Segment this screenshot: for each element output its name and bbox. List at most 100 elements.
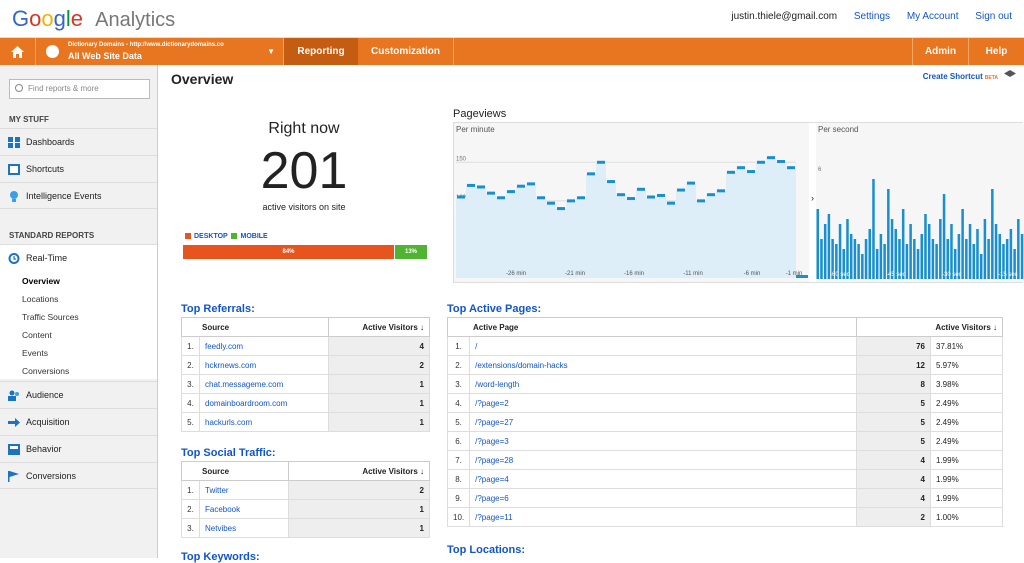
pageviews-minute-bar (717, 189, 725, 193)
source-link[interactable]: domainboardroom.com (198, 393, 330, 413)
source-link[interactable]: chat.messageme.com (198, 374, 330, 394)
device-legend: DESKTOP MOBILE (185, 233, 268, 240)
page-link[interactable]: /?page=2 (469, 393, 857, 413)
graduation-cap-icon[interactable] (1004, 70, 1016, 77)
tab-customization[interactable]: Customization (358, 38, 454, 65)
table-row: 3. chat.messageme.com 1 (181, 374, 430, 394)
active-visitors-value: 5 (855, 431, 932, 451)
pageviews-second-bar (827, 214, 831, 279)
desktop-share-bar: 84% (183, 245, 394, 259)
col-active-visitors[interactable]: Active Visitors ↓ (328, 317, 430, 337)
create-shortcut-button[interactable]: Create Shortcut BETA (923, 72, 998, 81)
table-row: 7./?page=28 4 1.99% (446, 450, 1003, 470)
sidebar-subitem-locations[interactable]: Locations (22, 294, 58, 304)
active-visitors-value: 1 (328, 393, 430, 413)
logo-letter: e (70, 6, 84, 31)
sidebar-subitem-traffic-sources[interactable]: Traffic Sources (22, 312, 79, 322)
page-link[interactable]: /?page=28 (469, 450, 857, 470)
my-account-link[interactable]: My Account (907, 11, 959, 22)
top-referrals-title: Top Referrals: (181, 303, 255, 315)
chevron-right-icon: › (811, 193, 814, 203)
page-link[interactable]: / (469, 336, 857, 356)
pageviews-minute-bar (547, 201, 555, 205)
pageviews-minute-bar (527, 182, 535, 186)
pageviews-minute-bar (777, 160, 785, 164)
table-row: 3./word-length 8 3.98% (446, 374, 1003, 394)
col-active-visitors-label: Active Visitors (362, 466, 418, 476)
sidebar: Find reports & more MY STUFF Dashboards … (0, 65, 158, 558)
pageviews-minute-bar (477, 185, 485, 189)
pageviews-minute-bar (677, 188, 685, 192)
tab-admin[interactable]: Admin (912, 38, 968, 65)
sidebar-subitem-content[interactable]: Content (22, 330, 52, 340)
page-link[interactable]: /?page=3 (469, 431, 857, 451)
sidebar-item-label: Shortcuts (26, 164, 65, 174)
sidebar-item-intelligence-events[interactable]: Intelligence Events (0, 182, 157, 209)
table-row: 9./?page=6 4 1.99% (446, 488, 1003, 508)
row-number: 2. (181, 499, 200, 519)
sidebar-item-audience[interactable]: Audience (0, 381, 157, 408)
source-link[interactable]: hackurls.com (198, 412, 330, 432)
mobile-legend-label: MOBILE (240, 233, 268, 240)
sidebar-item-real-time[interactable]: Real-Time (0, 244, 157, 271)
sign-out-link[interactable]: Sign out (975, 11, 1012, 22)
page-link[interactable]: /extensions/domain-hacks (469, 355, 857, 375)
y-tick-label: 6 (818, 167, 822, 173)
sidebar-item-acquisition[interactable]: Acquisition (0, 408, 157, 435)
pageviews-second-bar (868, 229, 872, 279)
tab-help[interactable]: Help (968, 38, 1024, 65)
sidebar-subitem-overview[interactable]: Overview (22, 276, 60, 286)
source-link[interactable]: hckrnews.com (198, 355, 330, 375)
tab-reporting[interactable]: Reporting (284, 38, 358, 65)
sidebar-item-behavior[interactable]: Behavior (0, 435, 157, 462)
page-link[interactable]: /?page=11 (469, 507, 857, 527)
main-nav: Dictionary Domains - http://www.dictiona… (0, 38, 1024, 65)
behavior-icon (8, 444, 20, 455)
active-visitors-label: active visitors on site (262, 202, 346, 212)
col-active-visitors[interactable]: Active Visitors ↓ (855, 317, 1004, 337)
pageviews-minute-bar (467, 183, 475, 187)
pageviews-second-bar (838, 224, 842, 279)
sidebar-item-conversions[interactable]: Conversions (0, 462, 157, 489)
sidebar-item-dashboards[interactable]: Dashboards (0, 128, 157, 155)
active-visitors-value: 1 (328, 374, 430, 394)
page-link[interactable]: /?page=27 (469, 412, 857, 432)
sidebar-subitem-events[interactable]: Events (22, 348, 48, 358)
pageviews-second-bar (950, 224, 953, 279)
x-tick-label: -1 min (786, 271, 803, 277)
x-tick-label: -60 sec (830, 272, 850, 278)
source-link[interactable]: Facebook (198, 499, 290, 519)
source-link[interactable]: Netvibes (198, 518, 290, 538)
source-link[interactable]: feedly.com (198, 336, 330, 356)
google-analytics-logo[interactable]: Google Analytics (12, 6, 175, 32)
page-link[interactable]: /?page=6 (469, 488, 857, 508)
search-icon (15, 84, 23, 92)
col-source: Source (180, 317, 330, 337)
active-visitors-value: 1 (288, 518, 430, 538)
active-visitors-percent: 1.99% (930, 450, 1003, 470)
pageviews-minute-bar (687, 181, 695, 185)
pageviews-second-bar (931, 239, 935, 279)
y-tick-label: 150 (456, 156, 467, 162)
x-tick-label: -16 min (624, 271, 644, 277)
pageviews-minute-bar (627, 197, 635, 201)
page-link[interactable]: /?page=4 (469, 469, 857, 489)
pageviews-minute-bar (607, 180, 615, 184)
account-selector[interactable]: Dictionary Domains - http://www.dictiona… (36, 38, 284, 65)
row-number: 2. (446, 355, 471, 375)
active-visitors-value: 2 (328, 355, 430, 375)
home-button[interactable] (0, 38, 36, 65)
col-active-visitors-label: Active Visitors (935, 322, 991, 332)
sidebar-item-shortcuts[interactable]: Shortcuts (0, 155, 157, 182)
page-link[interactable]: /word-length (469, 374, 857, 394)
per-second-plot: 6 -60 sec -45 sec -30 sec -15 sec (816, 167, 1024, 279)
account-links: justin.thiele@gmail.com Settings My Acco… (717, 11, 1012, 22)
sidebar-subitem-conversions[interactable]: Conversions (22, 366, 69, 376)
search-input[interactable]: Find reports & more (9, 79, 150, 99)
top-social-title: Top Social Traffic: (181, 447, 276, 459)
col-active-visitors[interactable]: Active Visitors ↓ (288, 461, 430, 481)
pageviews-second-bar (875, 249, 879, 279)
source-link[interactable]: Twitter (198, 480, 290, 500)
settings-link[interactable]: Settings (854, 11, 890, 22)
pageviews-minute-bar (577, 196, 585, 200)
